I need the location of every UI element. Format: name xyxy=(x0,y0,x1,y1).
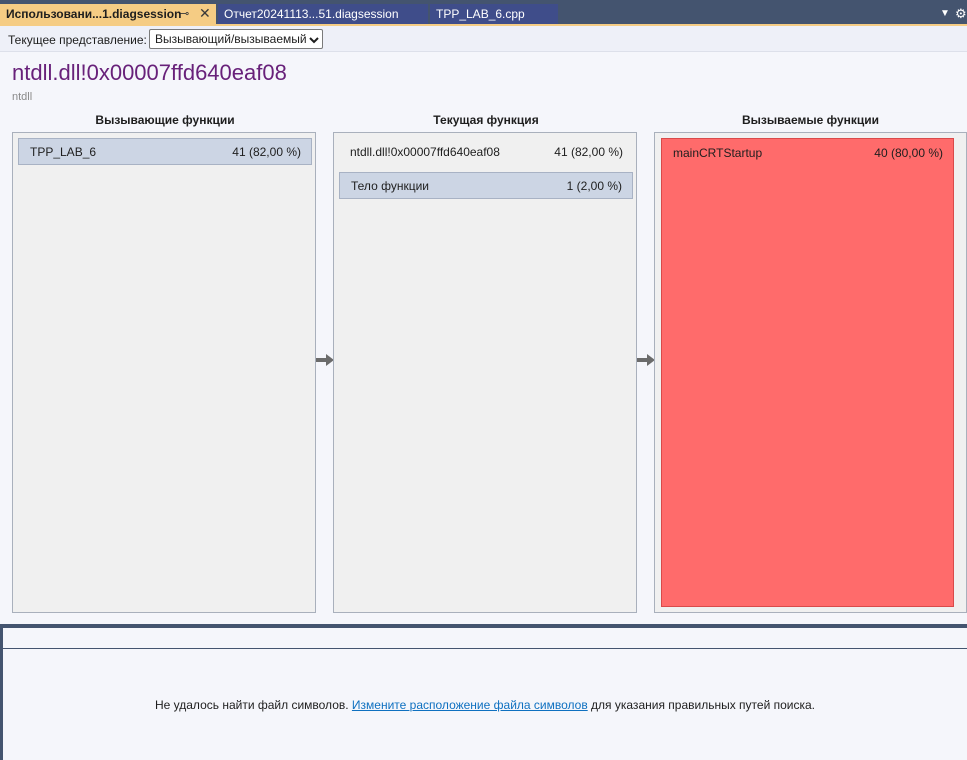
source-pane: Не удалось найти файл символов. Измените… xyxy=(0,628,967,760)
callees-heading: Вызываемые функции xyxy=(741,113,880,127)
current-view-value: Вызывающий/вызываемый xyxy=(155,32,307,46)
current-function-name: ntdll.dll!0x00007ffd640eaf08 xyxy=(350,144,500,159)
module-name: ntdll xyxy=(12,91,33,103)
function-title: ntdll.dll!0x00007ffd640eaf08 xyxy=(12,60,287,85)
tab-usage-diagsession[interactable]: Использовани...1.diagsession ⊸ ✕ xyxy=(0,4,216,24)
arrow-right-icon xyxy=(637,354,655,366)
change-symbol-location-link[interactable]: Измените расположение файла символов xyxy=(352,698,588,712)
current-function-value: 41 (82,00 %) xyxy=(554,144,623,159)
tab-report-diagsession[interactable]: Отчет20241113...51.diagsession xyxy=(218,4,428,24)
caller-row[interactable]: TPP_LAB_6 41 (82,00 %) xyxy=(18,138,312,165)
callee-row: mainCRTStartup 40 (80,00 %) xyxy=(662,139,953,166)
source-pane-header xyxy=(3,628,967,649)
gear-icon[interactable]: ⚙ xyxy=(955,6,967,22)
current-view-label: Текущее представление: xyxy=(8,33,147,47)
callers-panel: TPP_LAB_6 41 (82,00 %) xyxy=(12,132,316,613)
callee-value: 40 (80,00 %) xyxy=(874,145,943,160)
function-body-value: 1 (2,00 %) xyxy=(566,178,622,193)
tab-label: Использовани...1.diagsession xyxy=(6,7,182,21)
symbols-message: Не удалось найти файл символов. Измените… xyxy=(3,698,967,712)
function-body-label: Тело функции xyxy=(351,178,429,193)
caller-value: 41 (82,00 %) xyxy=(232,144,301,159)
current-view-select[interactable]: Вызывающий/вызываемый xyxy=(149,29,323,49)
caller-name: TPP_LAB_6 xyxy=(30,144,97,159)
callers-heading: Вызывающие функции xyxy=(95,113,235,127)
close-icon[interactable]: ✕ xyxy=(199,5,211,22)
callee-block[interactable]: mainCRTStartup 40 (80,00 %) xyxy=(661,138,954,607)
tab-label: TPP_LAB_6.cpp xyxy=(436,7,525,21)
callees-panel: mainCRTStartup 40 (80,00 %) xyxy=(654,132,967,613)
current-function-heading: Текущая функция xyxy=(433,113,539,127)
document-tab-bar: Использовани...1.diagsession ⊸ ✕ Отчет20… xyxy=(0,0,967,26)
chevron-down-icon xyxy=(309,37,319,44)
tab-label: Отчет20241113...51.diagsession xyxy=(224,7,399,21)
tab-tpp-lab-6-cpp[interactable]: TPP_LAB_6.cpp xyxy=(430,4,558,24)
chevron-down-icon[interactable]: ▼ xyxy=(940,8,950,19)
function-body-row[interactable]: Тело функции 1 (2,00 %) xyxy=(339,172,633,199)
callee-name: mainCRTStartup xyxy=(673,145,763,160)
view-toolbar: Текущее представление: Вызывающий/вызыва… xyxy=(0,26,967,52)
pin-icon[interactable]: ⊸ xyxy=(180,7,189,20)
current-function-panel: ntdll.dll!0x00007ffd640eaf08 41 (82,00 %… xyxy=(333,132,637,613)
arrow-right-icon xyxy=(316,354,334,366)
current-function-row[interactable]: ntdll.dll!0x00007ffd640eaf08 41 (82,00 %… xyxy=(339,138,633,165)
symbols-message-suffix: для указания правильных путей поиска. xyxy=(591,698,816,712)
symbols-message-prefix: Не удалось найти файл символов. xyxy=(154,698,349,712)
